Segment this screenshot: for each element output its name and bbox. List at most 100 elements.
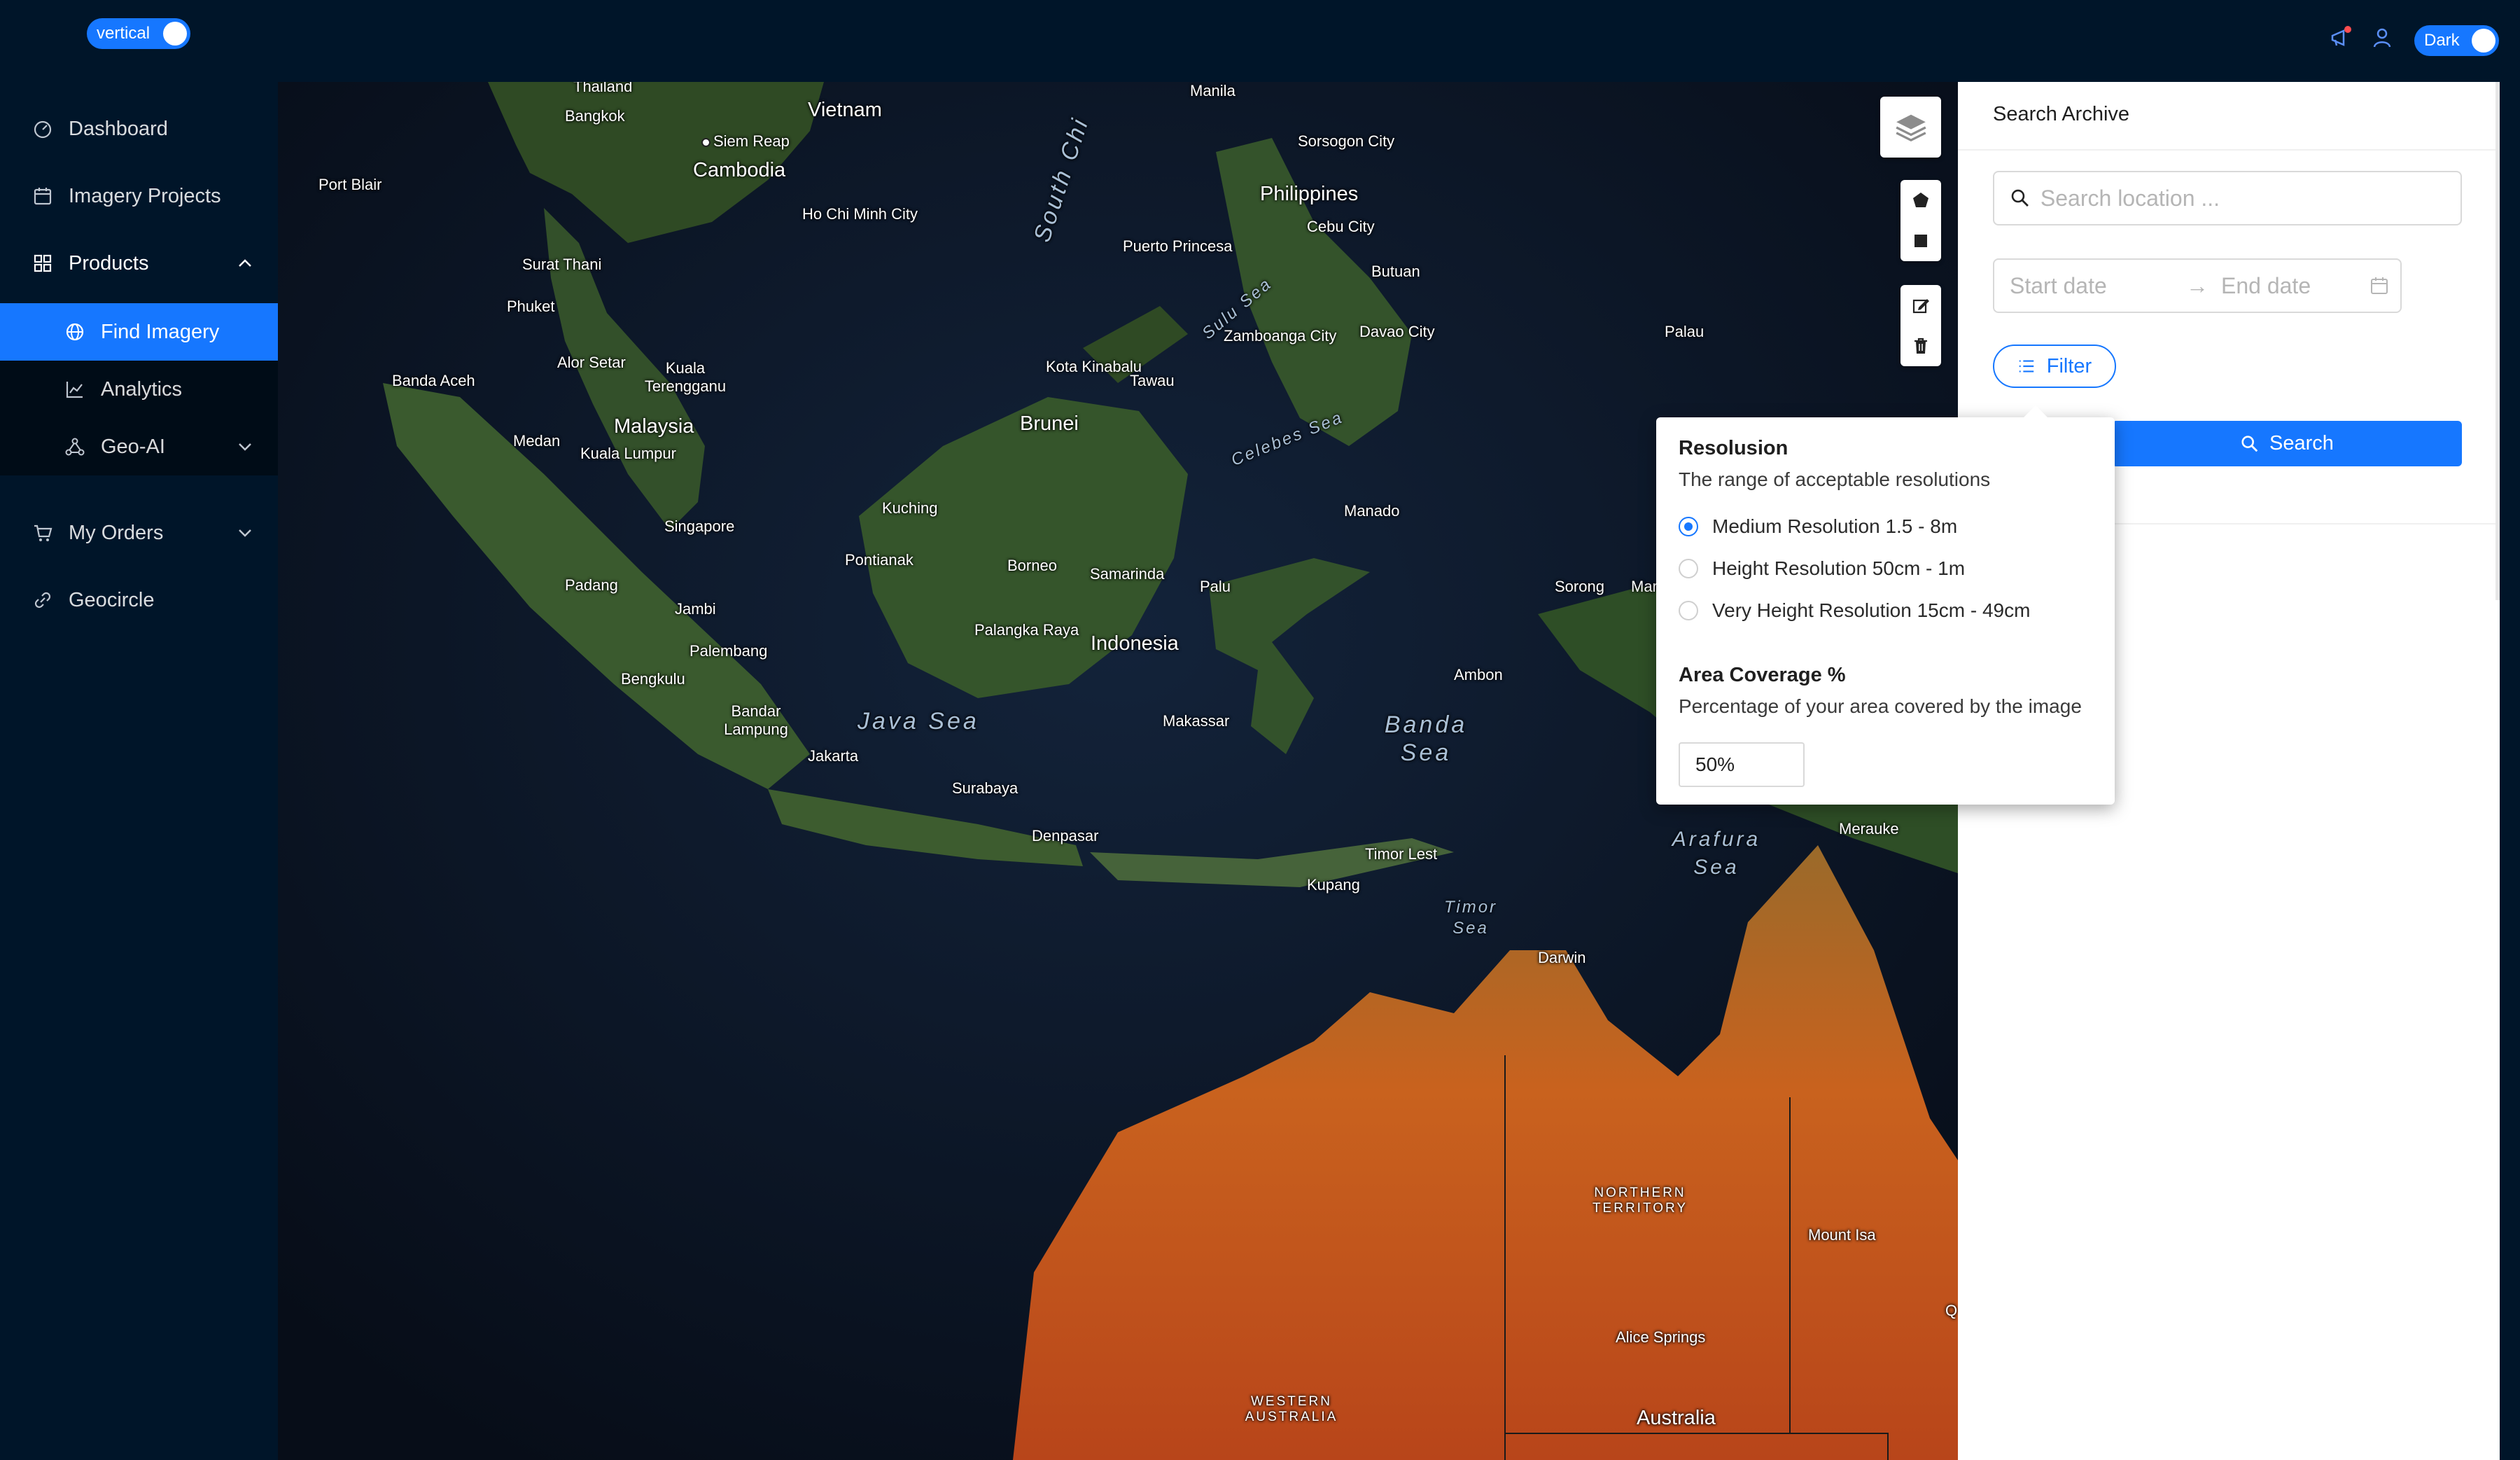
map-label: Jambi xyxy=(675,600,716,618)
map-label: Bangkok xyxy=(565,107,625,125)
sidebar-item-products[interactable]: Products xyxy=(0,235,278,292)
map-label: Australia xyxy=(1637,1407,1716,1429)
map-label: Indonesia xyxy=(1091,632,1179,655)
sidebar-item-geo-ai[interactable]: Geo-AI xyxy=(0,418,278,475)
map-label: Siem Reap xyxy=(713,132,790,150)
map-label: Zamboanga City xyxy=(1224,327,1337,345)
rectangle-icon xyxy=(1914,235,1927,247)
filter-button[interactable]: Filter xyxy=(1993,345,2116,388)
notification-icon[interactable] xyxy=(2328,25,2353,50)
map-label: Phuket xyxy=(507,298,555,315)
products-grid-icon xyxy=(32,253,53,274)
map-label: Mar xyxy=(1631,578,1658,595)
map-label: Samarinda xyxy=(1090,565,1165,583)
map-label: Surabaya xyxy=(952,779,1018,797)
resolution-title: Resolusion xyxy=(1679,437,1788,459)
edit-icon xyxy=(1912,299,1929,314)
radio-button[interactable] xyxy=(1679,601,1698,620)
layout-toggle[interactable]: vertical xyxy=(87,18,190,49)
sidebar-item-label: Products xyxy=(69,251,149,274)
edit-tools-group xyxy=(1900,285,1941,366)
sidebar-item-imagery-projects[interactable]: Imagery Projects xyxy=(0,167,278,225)
scrollbar-track xyxy=(2500,82,2520,1460)
map-label: NORTHERN TERRITORY xyxy=(1592,1186,1688,1216)
map-label: Pontianak xyxy=(845,551,913,569)
chevron-up-icon xyxy=(239,259,251,267)
resolution-option[interactable]: Medium Resolution 1.5 - 8m xyxy=(1679,515,1957,538)
map-label: Java Sea xyxy=(858,708,979,735)
theme-toggle[interactable]: Dark xyxy=(2414,25,2499,56)
line-chart-icon xyxy=(64,379,85,400)
map-label: Philippines xyxy=(1260,183,1359,205)
map-label: Alice Springs xyxy=(1616,1328,1706,1346)
layout-toggle-label: vertical xyxy=(97,24,150,43)
map-label: Arafura Sea xyxy=(1672,828,1761,879)
draw-polygon-button[interactable] xyxy=(1910,180,1931,221)
sidebar-item-label: My Orders xyxy=(69,521,164,544)
scrollbar-thumb[interactable] xyxy=(2496,82,2500,600)
polygon-icon xyxy=(1913,193,1928,207)
map-label: Bengkulu xyxy=(621,670,685,688)
sidebar-item-label: Imagery Projects xyxy=(69,184,221,207)
resolution-option-label: Height Resolution 50cm - 1m xyxy=(1712,557,1966,579)
sidebar-item-label: Find Imagery xyxy=(101,320,220,343)
theme-toggle-label: Dark xyxy=(2424,31,2460,50)
start-date-input[interactable]: Start date xyxy=(2010,273,2178,299)
map-label: Davao City xyxy=(1359,323,1435,340)
map-label: Brunei xyxy=(1020,412,1079,435)
map-label: Tawau xyxy=(1130,372,1175,389)
draw-rectangle-button[interactable] xyxy=(1910,221,1931,261)
map-label: Mount Isa xyxy=(1808,1226,1876,1244)
layers-icon xyxy=(1895,114,1926,141)
edit-layers-button[interactable] xyxy=(1910,285,1931,326)
sidebar-item-geocircle[interactable]: Geocircle xyxy=(0,571,278,629)
sidebar-item-label: Geocircle xyxy=(69,588,155,611)
sidebar-item-find-imagery[interactable]: Find Imagery xyxy=(0,303,278,361)
map-label: Medan xyxy=(513,432,561,450)
location-search-input[interactable] xyxy=(2038,184,2460,212)
map-label: Port Blair xyxy=(318,176,382,193)
layers-button[interactable] xyxy=(1880,97,1941,158)
map-label: Sorong xyxy=(1555,578,1604,595)
map-label: Butuan xyxy=(1371,263,1420,280)
map-label: Palembang xyxy=(690,642,768,660)
search-icon xyxy=(2241,435,2258,452)
resolution-option[interactable]: Very Height Resolution 15cm - 49cm xyxy=(1679,599,2030,622)
end-date-input[interactable]: End date xyxy=(2221,273,2361,299)
map-label: Darwin xyxy=(1538,949,1586,966)
resolution-description: The range of acceptable resolutions xyxy=(1679,468,1991,490)
map-label: Kuching xyxy=(882,499,938,517)
radio-button[interactable] xyxy=(1679,559,1698,578)
radio-button[interactable] xyxy=(1679,517,1698,536)
sidebar-item-dashboard[interactable]: Dashboard xyxy=(0,100,278,158)
draw-tools-group xyxy=(1900,180,1941,261)
map-label: Kuala Terengganu xyxy=(644,359,727,395)
map-label: Q xyxy=(1945,1302,1958,1319)
map-label: Manado xyxy=(1344,502,1400,520)
resolution-option-label: Very Height Resolution 15cm - 49cm xyxy=(1712,599,2031,621)
delete-layers-button[interactable] xyxy=(1910,326,1931,366)
location-search-field[interactable] xyxy=(1993,171,2462,225)
map-label: Thailand xyxy=(573,82,633,95)
sidebar: Dashboard Imagery Projects Products Find… xyxy=(0,82,278,1460)
map-label: Merauke xyxy=(1839,820,1899,837)
chevron-down-icon xyxy=(239,529,251,537)
sidebar-item-analytics[interactable]: Analytics xyxy=(0,361,278,418)
map-label: Banda Sea xyxy=(1384,711,1468,766)
map-label: Bandar Lampung xyxy=(724,702,788,738)
toggle-knob xyxy=(2472,29,2496,53)
resolution-option[interactable]: Height Resolution 50cm - 1m xyxy=(1679,557,1965,580)
user-icon[interactable] xyxy=(2370,25,2395,50)
sidebar-item-my-orders[interactable]: My Orders xyxy=(0,504,278,562)
divider xyxy=(1958,149,2500,151)
calendar-icon xyxy=(32,186,53,207)
map-label: Surat Thani xyxy=(522,256,602,273)
filter-list-icon xyxy=(2019,360,2033,373)
search-button[interactable]: Search xyxy=(2112,421,2462,466)
date-range-picker[interactable]: Start date → End date xyxy=(1993,258,2402,313)
filter-popover: Resolusion The range of acceptable resol… xyxy=(1656,405,2115,805)
map-label: Vietnam xyxy=(808,99,882,121)
coverage-input[interactable] xyxy=(1679,742,1805,787)
map-label: Padang xyxy=(565,576,618,594)
map-label: Puerto Princesa xyxy=(1123,237,1233,255)
